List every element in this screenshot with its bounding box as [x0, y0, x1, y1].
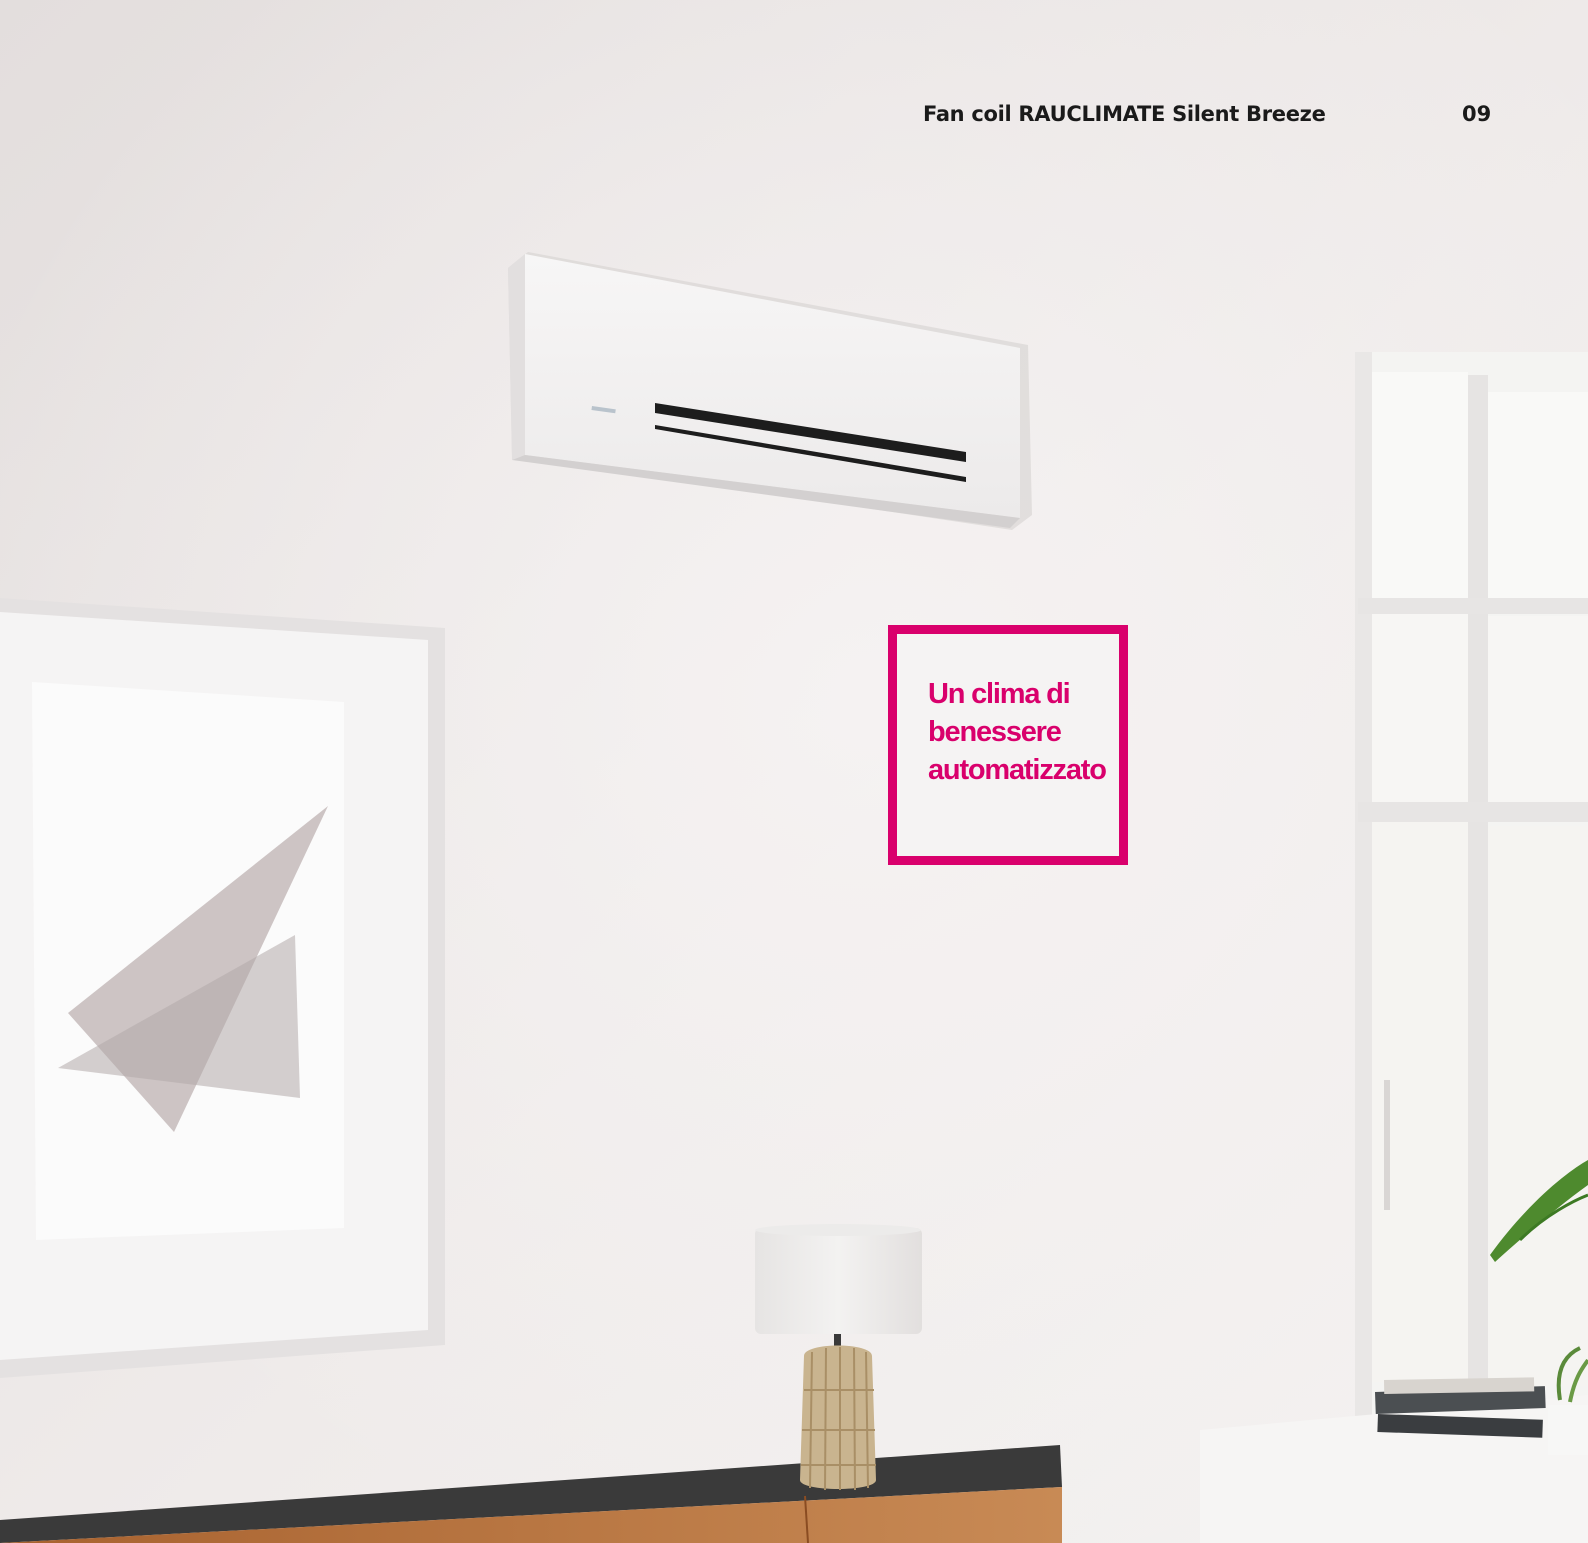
headline-line: Un clima di	[928, 678, 1071, 710]
window-icon	[1355, 352, 1588, 1435]
room-photo	[0, 0, 1588, 1543]
page-title: Fan coil RAUCLIMATE Silent Breeze	[923, 102, 1326, 126]
headline-callout: Un clima di benessere automatizzato	[888, 625, 1128, 865]
headline-line: automatizzato	[928, 754, 1107, 786]
framed-art-icon	[0, 598, 445, 1378]
headline-line: benessere	[928, 716, 1062, 748]
page-number: 09	[1462, 102, 1492, 126]
headline-text: Un clima di benessere automatizzato	[928, 675, 1128, 789]
